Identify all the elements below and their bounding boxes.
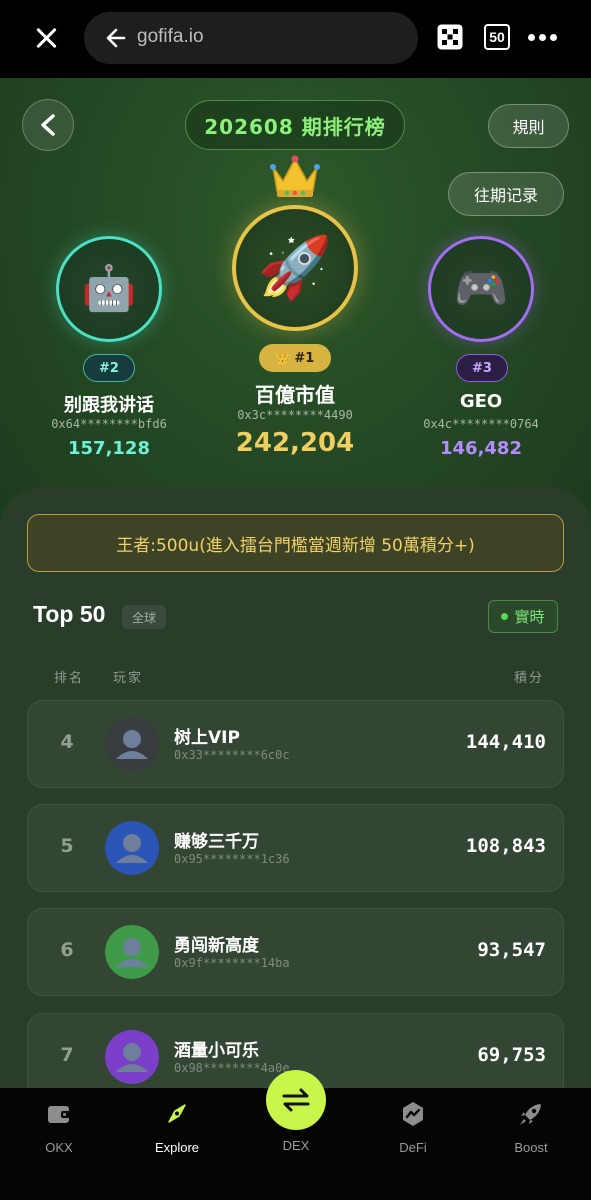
row-player-address: 0x33********6c0c [174,748,290,762]
podium-score-1: 242,204 [235,428,355,458]
avatar [105,925,159,979]
nav-item-defi[interactable]: DeFi [363,1100,463,1155]
podium-avatar-2[interactable]: 🤖 [56,236,162,342]
table-row[interactable]: 4 树上VIP 0x33********6c0c 144,410 [27,700,564,788]
prize-banner: 王者:500u(進入擂台門檻當週新增 50萬積分+) [27,514,564,572]
podium-name-3: GEO [459,391,503,412]
game-controller-icon: 🎮 [453,263,509,314]
podium-name-2: 别跟我讲话 [64,395,154,416]
nav-label-dex: DEX [282,1138,310,1153]
tab-count-button[interactable]: 50 [484,24,510,50]
live-badge[interactable]: 實時 [488,600,558,633]
history-button[interactable]: 往期记录 [448,172,564,216]
avatar [105,821,159,875]
nav-label-boost: Boost [514,1140,548,1155]
defi-icon [403,1102,423,1126]
nav-label-explore: Explore [154,1140,200,1155]
live-dot-icon [501,613,509,620]
podium-avatar-1[interactable]: 🚀 [232,205,358,331]
podium-address-1: 0x3c********4490 [237,408,353,422]
rules-button[interactable]: 規則 [488,104,569,148]
row-rank: 4 [60,731,74,753]
rocket-icon [520,1104,541,1125]
nav-label-okx: OKX [45,1140,73,1155]
robot-icon: 🤖 [81,263,137,314]
row-player-address: 0x98********4a0e [174,1061,290,1075]
live-label: 實時 [514,608,545,626]
row-player-name: 酒量小可乐 [174,1041,259,1061]
nav-item-boost[interactable]: Boost [481,1100,581,1155]
leaderboard-title: Top 50 [33,601,106,627]
more-options-icon[interactable] [528,34,558,42]
rank-badge-3: #3 [456,354,508,382]
avatar [105,1030,159,1084]
crown-small-icon: 👑 [275,351,290,365]
rank-badge-1-label: #1 [294,350,315,366]
nav-item-okx[interactable]: OKX [9,1100,109,1155]
row-rank: 6 [60,939,74,961]
address-bar[interactable]: gofifa.io [84,12,418,64]
row-player-address: 0x95********1c36 [174,852,290,866]
row-player-name: 树上VIP [174,728,240,748]
row-score: 93,547 [477,939,546,961]
okx-logo-icon[interactable] [437,24,463,50]
column-header-player: 玩家 [113,671,144,686]
podium-address-3: 0x4c********0764 [423,417,539,431]
podium-score-3: 146,482 [440,438,522,459]
rank-badge-1: 👑 #1 [259,344,331,372]
table-row[interactable]: 6 勇闯新高度 0x9f********14ba 93,547 [27,908,564,996]
bottom-navigation: OKX Explore DEX DeFi Boost [0,1070,591,1200]
dex-swap-button[interactable] [266,1070,326,1130]
row-score: 108,843 [465,835,546,857]
leaderboard-panel: 王者:500u(進入擂台門檻當週新增 50萬積分+) Top 50 全球 實時 … [0,487,591,1127]
back-button[interactable] [22,99,74,151]
nav-label-defi: DeFi [399,1140,427,1155]
nav-item-explore[interactable]: Explore [127,1100,227,1155]
browser-toolbar: gofifa.io 50 [0,0,591,78]
leaderboard-hero: 202608 期排行榜 規則 往期记录 🤖 #2 别跟我讲话 0x64*****… [0,78,591,558]
compass-icon [168,1104,186,1123]
rocket-icon: 🚀 [257,233,333,303]
rank-badge-2: #2 [83,354,135,382]
row-player-name: 赚够三千万 [174,832,259,852]
table-row[interactable]: 5 赚够三千万 0x95********1c36 108,843 [27,804,564,892]
scope-tag: 全球 [122,605,167,629]
column-header-rank: 排名 [54,671,85,686]
podium-address-2: 0x64********bfd6 [51,417,167,431]
row-rank: 7 [60,1044,74,1066]
url-text: gofifa.io [137,26,204,47]
period-title: 202608 期排行榜 [185,100,405,150]
arrow-left-icon[interactable] [102,24,128,52]
crown-icon [270,155,320,197]
chevron-left-icon [41,114,55,136]
close-icon[interactable] [30,22,62,54]
wallet-icon [48,1106,70,1123]
row-player-address: 0x9f********14ba [174,956,290,970]
avatar [105,717,159,771]
row-score: 144,410 [465,731,546,753]
row-rank: 5 [60,835,74,857]
podium-score-2: 157,128 [68,438,150,459]
swap-icon [282,1088,310,1112]
row-player-name: 勇闯新高度 [174,936,259,956]
podium-name-1: 百億市值 [255,383,335,407]
podium-avatar-3[interactable]: 🎮 [428,236,534,342]
column-header-score: 積分 [514,671,545,686]
row-score: 69,753 [477,1044,546,1066]
